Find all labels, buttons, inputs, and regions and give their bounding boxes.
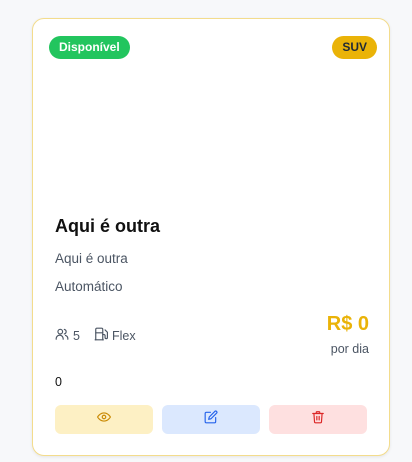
fuel-value: Flex [111, 328, 136, 343]
price-unit: por dia [330, 342, 369, 356]
card-actions [55, 405, 367, 434]
view-button[interactable] [55, 405, 153, 434]
fuel-spec: Flex [94, 327, 136, 344]
vehicle-description: Aqui é outra [55, 251, 128, 266]
vehicle-title: Aqui é outra [55, 216, 161, 236]
status-badge: Disponível [49, 36, 130, 59]
vehicle-specs: 5 Flex [55, 327, 150, 344]
delete-button[interactable] [269, 405, 367, 434]
count-value: 0 [55, 375, 62, 389]
edit-icon [204, 410, 218, 429]
type-badge: SUV [332, 36, 377, 59]
edit-button[interactable] [162, 405, 260, 434]
seats-value: 5 [73, 328, 80, 343]
vehicle-card: Disponível SUV Aqui é outra Aqui é outra… [32, 18, 390, 456]
vehicle-transmission: Automático [55, 279, 123, 294]
trash-icon [311, 410, 325, 429]
users-icon [55, 327, 73, 344]
eye-icon [97, 410, 111, 429]
seats-spec: 5 [55, 327, 80, 344]
price-value: R$ 0 [326, 313, 369, 335]
fuel-icon [94, 327, 112, 344]
